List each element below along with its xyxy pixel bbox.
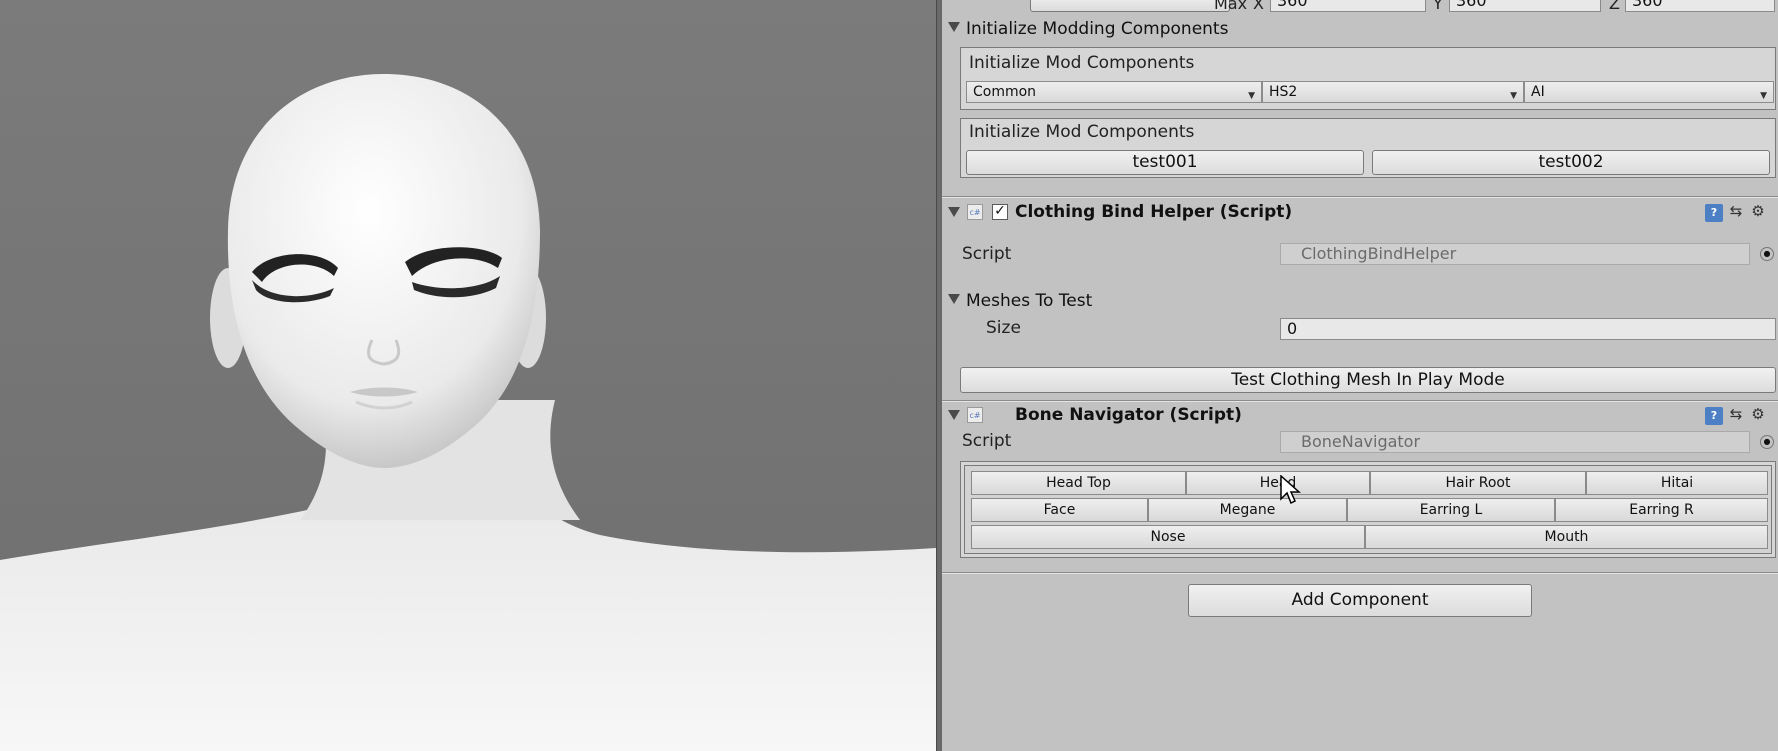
max-x-label: X <box>1253 0 1264 13</box>
foldout-expanded-icon <box>948 410 960 420</box>
help-icon[interactable]: ? <box>1705 407 1723 425</box>
csharp-script-icon: c# <box>967 204 983 220</box>
bone-button-head[interactable]: Head <box>1186 471 1370 495</box>
foldout-expanded-icon <box>948 207 960 217</box>
bone-button-nose[interactable]: Nose <box>971 525 1365 549</box>
clothing-bind-helper-foldout[interactable] <box>948 204 966 224</box>
scene-viewport[interactable] <box>0 0 936 751</box>
test002-button[interactable]: test002 <box>1372 150 1770 175</box>
init-modding-foldout[interactable]: Initialize Modding Components <box>948 18 1228 40</box>
component-separator-highlight <box>942 573 1778 574</box>
foldout-expanded-icon <box>948 22 960 32</box>
component-header-icons: ? ⇆ ⚙ <box>1701 405 1767 425</box>
component-separator-highlight <box>942 197 1778 198</box>
presets-icon[interactable]: ⇆ <box>1727 202 1745 220</box>
component-separator-highlight <box>942 401 1778 402</box>
max-y-field[interactable]: 360 <box>1449 0 1601 12</box>
mouse-cursor-icon <box>1280 475 1301 505</box>
meshes-to-test-foldout[interactable]: Meshes To Test <box>948 290 1092 312</box>
clothing-bind-helper-title: Clothing Bind Helper (Script) <box>1015 202 1293 222</box>
test-clothing-mesh-button[interactable]: Test Clothing Mesh In Play Mode <box>960 367 1776 393</box>
script-label: Script <box>962 431 1012 451</box>
bone-button-hair-root[interactable]: Hair Root <box>1370 471 1586 495</box>
script-field: BoneNavigator <box>1280 431 1750 453</box>
gear-icon[interactable]: ⚙ <box>1749 405 1767 423</box>
test001-button[interactable]: test001 <box>966 150 1364 175</box>
component-header-icons: ? ⇆ ⚙ <box>1701 202 1767 222</box>
object-picker-icon[interactable]: ● <box>1760 435 1774 449</box>
inspector-panel: Max X 360 Y 360 Z 360 Initialize Modding… <box>942 0 1778 751</box>
bone-button-megane[interactable]: Megane <box>1148 498 1347 522</box>
common-dropdown[interactable]: Common ▼ <box>966 81 1262 103</box>
bone-button-mouth[interactable]: Mouth <box>1365 525 1768 549</box>
enabled-checkbox[interactable]: ✓ <box>992 204 1008 220</box>
dropdown-arrow-icon: ▼ <box>1510 91 1517 101</box>
script-label: Script <box>962 244 1012 264</box>
mod-components-group-2-title: Initialize Mod Components <box>969 122 1195 142</box>
size-label: Size <box>986 318 1021 338</box>
bone-navigator-foldout[interactable] <box>948 407 966 427</box>
max-z-label: Z <box>1609 0 1620 13</box>
max-x-field[interactable]: 360 <box>1270 0 1426 12</box>
bone-navigator-title: Bone Navigator (Script) <box>1015 405 1242 425</box>
bone-button-earring-r[interactable]: Earring R <box>1555 498 1768 522</box>
add-component-button[interactable]: Add Component <box>1188 584 1532 617</box>
truncated-button[interactable] <box>1030 0 1230 12</box>
bone-button-hitai[interactable]: Hitai <box>1586 471 1768 495</box>
csharp-script-icon: c# <box>967 407 983 423</box>
dropdown-arrow-icon: ▼ <box>1760 91 1767 101</box>
init-modding-foldout-label: Initialize Modding Components <box>966 19 1229 39</box>
dropdown-arrow-icon: ▼ <box>1248 91 1255 101</box>
max-y-label: Y <box>1433 0 1443 13</box>
hs2-dropdown-value: HS2 <box>1269 84 1298 100</box>
object-picker-icon[interactable]: ● <box>1760 247 1774 261</box>
script-field-value: ClothingBindHelper <box>1301 244 1457 263</box>
foldout-expanded-icon <box>948 294 960 304</box>
meshes-to-test-label: Meshes To Test <box>966 291 1093 311</box>
ai-dropdown[interactable]: AI ▼ <box>1524 81 1774 103</box>
common-dropdown-value: Common <box>973 84 1037 100</box>
script-field-value: BoneNavigator <box>1301 432 1421 451</box>
ai-dropdown-value: AI <box>1531 84 1545 100</box>
bone-button-face[interactable]: Face <box>971 498 1148 522</box>
gear-icon[interactable]: ⚙ <box>1749 202 1767 220</box>
character-model-render <box>0 74 936 751</box>
hs2-dropdown[interactable]: HS2 ▼ <box>1262 81 1524 103</box>
mod-components-group-1-title: Initialize Mod Components <box>969 53 1195 73</box>
bone-button-head-top[interactable]: Head Top <box>971 471 1186 495</box>
max-z-field[interactable]: 360 <box>1625 0 1775 12</box>
size-field[interactable]: 0 <box>1280 318 1776 340</box>
script-field: ClothingBindHelper <box>1280 243 1750 265</box>
presets-icon[interactable]: ⇆ <box>1727 405 1745 423</box>
max-label: Max <box>1214 0 1248 13</box>
help-icon[interactable]: ? <box>1705 204 1723 222</box>
bone-button-earring-l[interactable]: Earring L <box>1347 498 1555 522</box>
